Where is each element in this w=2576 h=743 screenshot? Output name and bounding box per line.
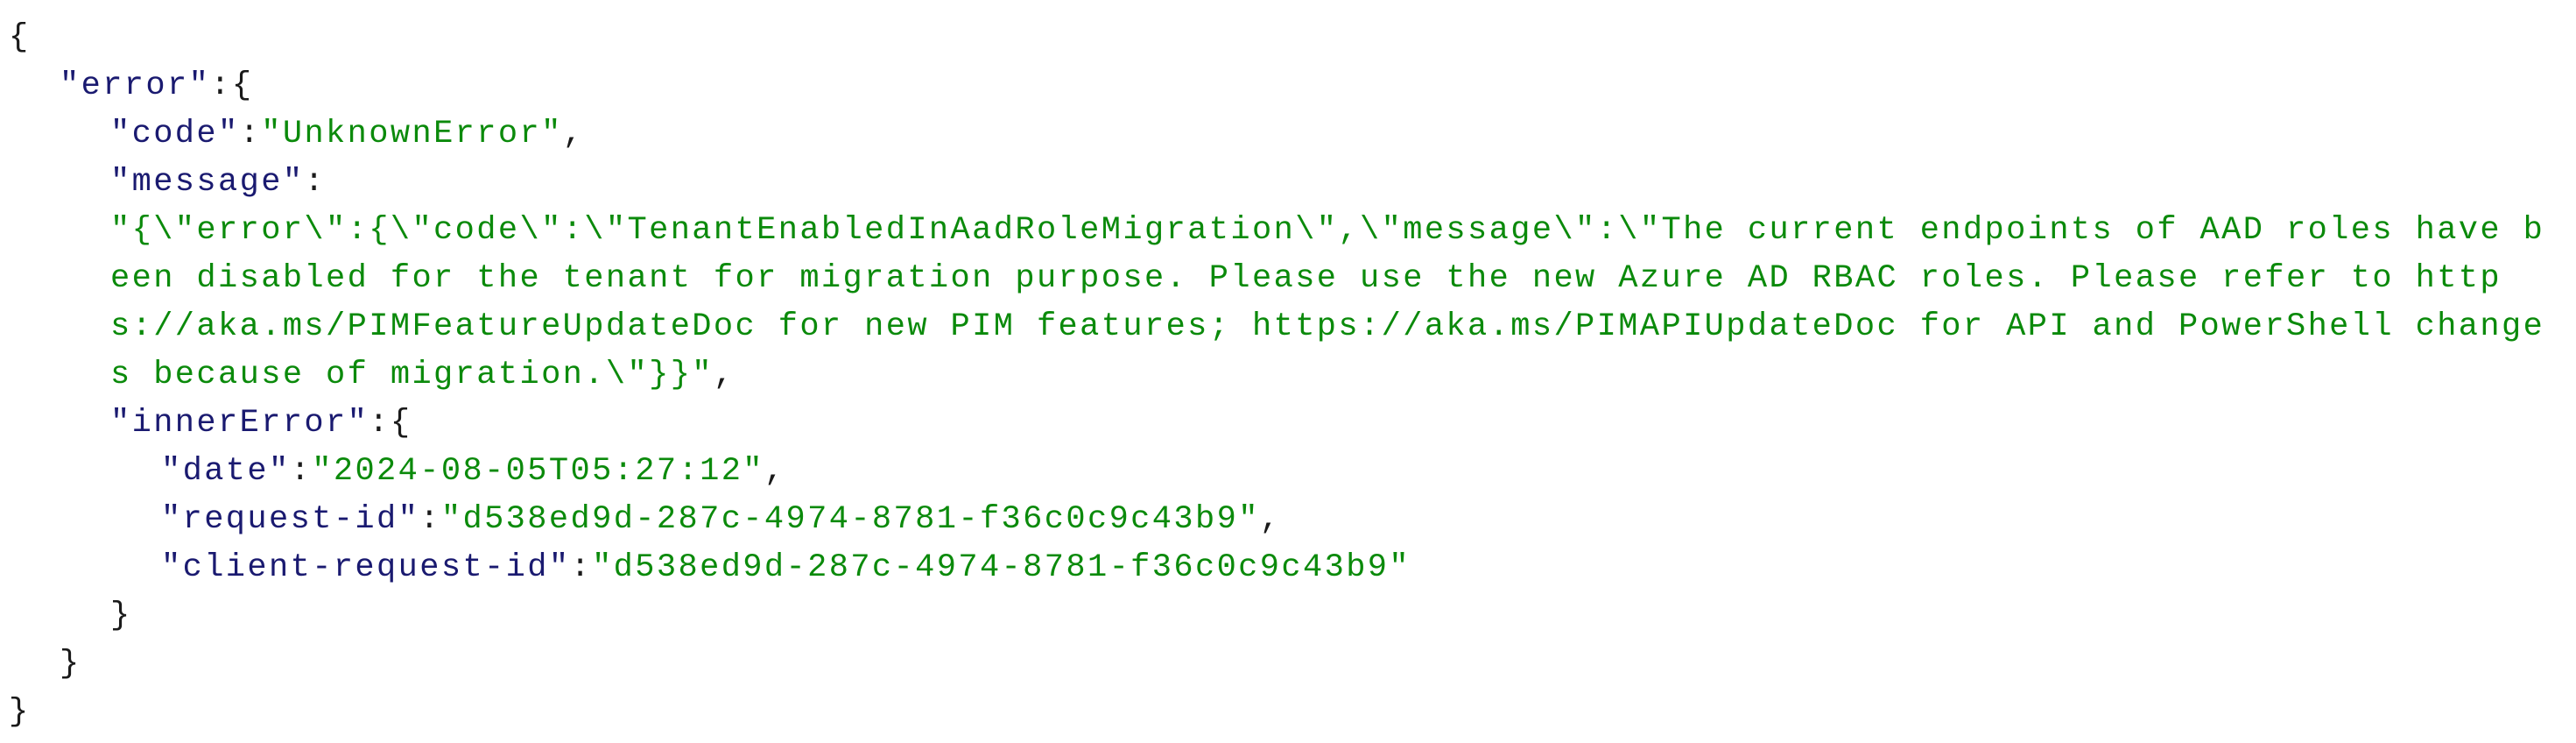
error-key: "error" [60, 67, 211, 104]
message-key: "message" [110, 164, 305, 201]
code-line: "code":"UnknownError", [9, 110, 2565, 159]
inner-error-open-brace: { [390, 405, 412, 442]
json-response-viewer: { "error":{ "code":"UnknownError", "mess… [9, 14, 2565, 737]
comma: , [764, 453, 786, 490]
colon: : [290, 453, 313, 490]
root-open-line: { [9, 14, 2565, 62]
date-line: "date":"2024-08-05T05:27:12", [9, 448, 2565, 496]
error-open-brace: { [231, 67, 254, 104]
message-key-line: "message": [9, 159, 2565, 207]
message-value-block: "{\"error\":{\"code\":\"TenantEnabledInA… [9, 207, 2560, 400]
client-request-id-key: "client-request-id" [161, 549, 571, 586]
date-key: "date" [161, 453, 291, 490]
code-value: "UnknownError" [261, 116, 563, 152]
client-request-id-line: "client-request-id":"d538ed9d-287c-4974-… [9, 544, 2565, 592]
comma: , [713, 357, 735, 393]
inner-error-open-line: "innerError":{ [9, 400, 2565, 448]
colon: : [419, 501, 441, 538]
comma: , [1259, 501, 1282, 538]
colon: : [304, 164, 327, 201]
error-open-line: "error":{ [9, 62, 2565, 110]
root-close-brace: } [9, 694, 31, 731]
root-open-brace: { [9, 19, 31, 56]
request-id-line: "request-id":"d538ed9d-287c-4974-8781-f3… [9, 496, 2565, 544]
client-request-id-value: "d538ed9d-287c-4974-8781-f36c0c9c43b9" [592, 549, 1411, 586]
colon: : [369, 405, 391, 442]
comma: , [562, 116, 585, 152]
request-id-value: "d538ed9d-287c-4974-8781-f36c0c9c43b9" [440, 501, 1260, 538]
inner-error-key: "innerError" [110, 405, 370, 442]
error-close-brace: } [60, 646, 81, 683]
colon: : [570, 549, 593, 586]
request-id-key: "request-id" [161, 501, 420, 538]
code-key: "code" [110, 116, 240, 152]
date-value: "2024-08-05T05:27:12" [312, 453, 764, 490]
colon: : [210, 67, 232, 104]
root-close-line: } [9, 689, 2565, 737]
colon: : [239, 116, 262, 152]
message-value: "{\"error\":{\"code\":\"TenantEnabledInA… [110, 212, 2545, 393]
error-close-line: } [9, 640, 2565, 689]
inner-error-close-line: } [9, 592, 2565, 640]
inner-error-close-brace: } [110, 598, 132, 634]
